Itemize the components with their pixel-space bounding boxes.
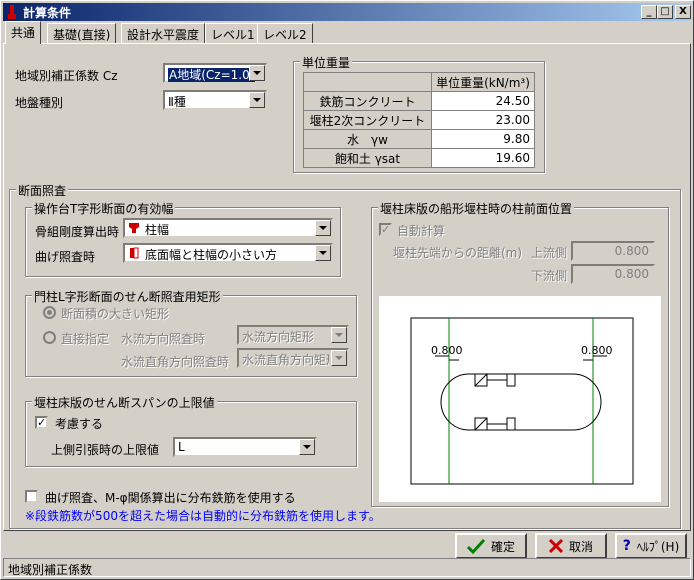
bending-label: 曲げ照査時 [35,250,96,264]
flow-direction-label: 水流方向照査時 [121,332,206,346]
ground-type-label: 地盤種別 [15,96,64,110]
large-area-radio[interactable] [43,306,56,319]
unit-weight-table: 単位重量(kN/m³) 鉄筋コンクリート 24.50 堰柱2次コンクリート 23… [303,72,535,168]
maximize-button[interactable]: □ [657,5,673,19]
distribution-note: ※段鉄筋数が500を超えた場合は自動的に分布鉄筋を使用します。 [25,509,381,523]
window-title: 計算条件 [23,6,72,20]
minimize-button[interactable]: _ [641,5,657,19]
table-row: 堰柱2次コンクリート 23.00 [303,110,535,130]
check-icon [466,538,485,554]
pier-diagram-svg: 0.800 0.800 [410,317,634,485]
title-bar[interactable]: 計算条件 _ □ X [3,3,691,21]
perp-direction-label: 水流直角方向照査時 [121,355,230,369]
confirm-label: 確定 [490,539,515,554]
flow-direction-select[interactable]: 水流方向矩形 [237,325,349,345]
tab-level2[interactable]: レベル2 [257,23,313,43]
stiffness-label: 骨組剛度算出時 [35,225,120,239]
distribution-rebar-checkbox[interactable] [25,490,38,503]
upper-limit-value: L [178,440,185,454]
region-coef-value: A地域(Cz=1.0) [168,68,256,82]
table-row: 鉄筋コンクリート 24.50 [303,91,535,111]
upper-limit-label: 上側引張時の上限値 [51,443,160,457]
confirm-button[interactable]: 確定 [455,533,527,559]
downstream-input[interactable]: 0.800 [571,264,655,284]
row-label: 鉄筋コンクリート [303,91,432,111]
table-row: 水 γw 9.80 [303,129,535,149]
chevron-down-icon[interactable] [249,92,265,108]
distribution-rebar-label: 曲げ照査、M-φ関係算出に分布鉄筋を使用する [45,491,296,505]
bending-select[interactable]: 底面幅と柱幅の小さい方 [123,243,333,263]
pier-position-title: 堰柱床版の船形堰柱時の柱前面位置 [378,200,575,217]
chevron-down-icon[interactable] [331,350,347,366]
chevron-down-icon[interactable] [249,65,265,81]
row-value[interactable]: 23.00 [431,110,535,130]
dialog-window: 計算条件 _ □ X 共通 基礎(直接) 設計水平震度 レベル1 レベル2 地域… [0,0,694,580]
chevron-down-icon[interactable] [315,245,331,261]
diagram-right-dim: 0.800 [581,344,613,357]
upstream-label: 上流側 [531,246,568,260]
row-value[interactable]: 19.60 [431,148,535,168]
pier-diagram: 0.800 0.800 [379,296,661,502]
question-icon: ? [622,538,631,554]
row-label: 飽和土 γsat [303,148,432,168]
table-row: 飽和土 γsat 19.60 [303,148,535,168]
stiffness-select[interactable]: 柱幅 [123,218,333,238]
row-value[interactable]: 9.80 [431,129,535,149]
ground-type-select[interactable]: Ⅱ種 [163,90,267,110]
auto-calc-checkbox[interactable]: ✓ [379,223,392,236]
flow-direction-value: 水流方向矩形 [242,330,315,344]
chevron-down-icon[interactable] [331,327,347,343]
bending-value: 底面幅と柱幅の小さい方 [145,248,278,262]
large-area-label: 断面積の大きい矩形 [61,307,170,321]
row-value[interactable]: 24.50 [431,91,535,111]
section-check-title: 断面照査 [16,182,69,199]
auto-calc-label: 自動計算 [397,224,446,238]
region-coef-select[interactable]: A地域(Cz=1.0) [163,63,267,83]
upper-limit-select[interactable]: L [173,437,317,457]
downstream-label: 下流側 [531,269,568,283]
cancel-button[interactable]: 取消 [535,533,607,559]
ground-type-value: Ⅱ種 [168,95,186,109]
row-label: 堰柱2次コンクリート [303,110,432,130]
cross-icon [548,539,563,553]
tab-seismic-coef[interactable]: 設計水平震度 [121,23,206,43]
base-width-icon [130,247,139,259]
chevron-down-icon[interactable] [299,439,315,455]
direct-spec-label: 直接指定 [61,332,110,346]
help-label: ﾍﾙﾌﾟ(H) [636,539,680,554]
distance-label: 堰柱先端からの距離(m) [393,246,523,260]
row-label: 水 γw [303,129,432,149]
unit-weight-header: 単位重量(kN/m³) [431,72,535,92]
l-section-title: 門柱L字形断面のせん断照査用矩形 [32,288,223,305]
consider-checkbox[interactable]: ✓ [35,416,48,429]
help-button[interactable]: ? ﾍﾙﾌﾟ(H) [615,533,687,559]
direct-spec-radio[interactable] [43,331,56,344]
shear-span-title: 堰柱床版のせん断スパンの上限値 [32,394,217,411]
chevron-down-icon[interactable] [315,220,331,236]
tab-common[interactable]: 共通 [5,21,42,44]
perp-direction-value: 水流直角方向矩形 [242,353,329,367]
app-icon [8,5,16,19]
tab-foundation-direct[interactable]: 基礎(直接) [47,23,117,43]
upstream-input[interactable]: 0.800 [571,241,655,261]
status-bar: 地域別補正係数 [3,558,691,577]
close-button[interactable]: X [675,5,691,19]
perp-direction-select[interactable]: 水流直角方向矩形 [237,348,349,368]
tab-level1[interactable]: レベル1 [205,23,261,43]
column-width-icon [129,223,139,233]
t-section-title: 操作台T字形断面の有効幅 [32,200,176,217]
unit-weight-title: 単位重量 [300,54,353,71]
cancel-label: 取消 [568,539,593,554]
region-coef-label: 地域別補正係数 Cz [15,69,118,83]
stiffness-value: 柱幅 [145,223,170,237]
diagram-left-dim: 0.800 [431,344,463,357]
consider-label: 考慮する [55,417,104,431]
